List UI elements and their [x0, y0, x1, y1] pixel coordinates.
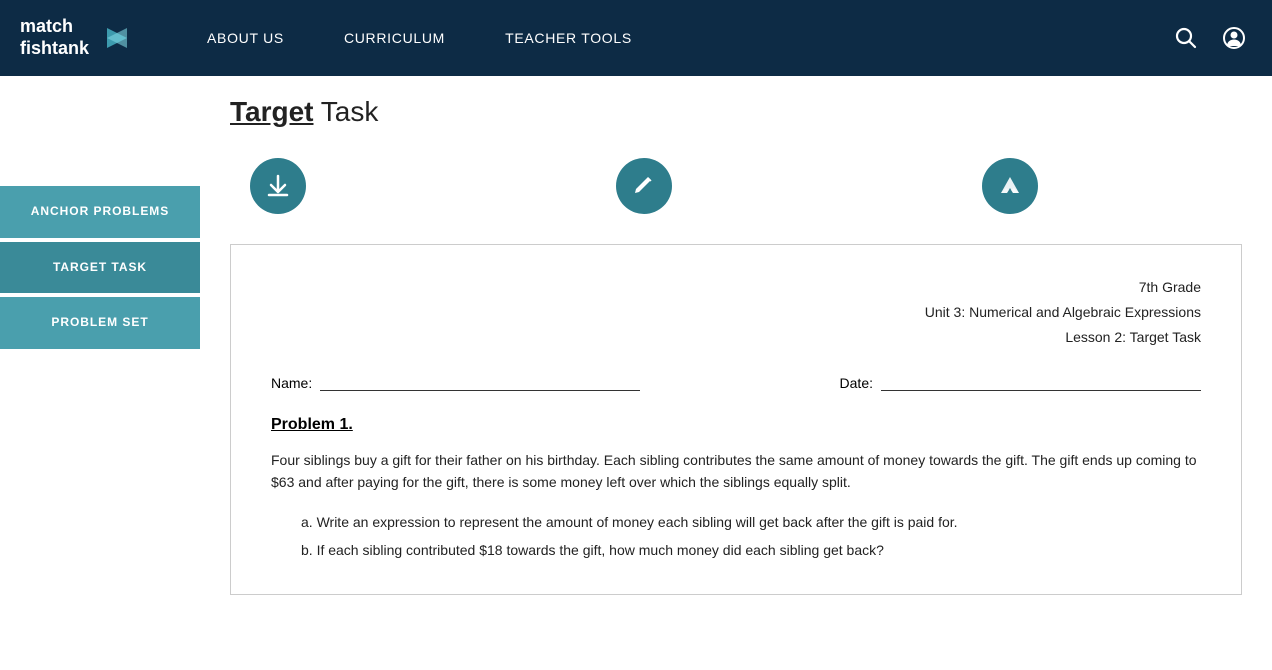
- edit-button[interactable]: [616, 158, 672, 214]
- date-label: Date:: [840, 375, 873, 391]
- sidebar-item-target-task[interactable]: TARGET TASK: [0, 242, 200, 294]
- page-content: Target Task: [200, 76, 1272, 615]
- nav-teacher-tools[interactable]: TEACHER TOOLS: [475, 0, 662, 76]
- worksheet-header: 7th Grade Unit 3: Numerical and Algebrai…: [271, 275, 1201, 351]
- logo-text-line2: fishtank: [20, 38, 89, 60]
- worksheet-grade: 7th Grade: [271, 275, 1201, 300]
- page-title-rest: Task: [314, 96, 379, 127]
- page-title: Target Task: [230, 96, 1242, 128]
- logo[interactable]: match fishtank: [20, 16, 137, 59]
- edit-icon: [631, 173, 657, 199]
- nav-about-us[interactable]: ABOUT US: [177, 0, 314, 76]
- account-icon: [1223, 27, 1245, 49]
- header: match fishtank ABOUT US CURRICULUM TEACH…: [0, 0, 1272, 76]
- sidebar-item-anchor-problems[interactable]: ANCHOR PROBLEMS: [0, 186, 200, 238]
- worksheet: 7th Grade Unit 3: Numerical and Algebrai…: [230, 244, 1242, 595]
- sub-item-b: b. If each sibling contributed $18 towar…: [301, 536, 1201, 564]
- sidebar-item-problem-set[interactable]: PROBLEM SET: [0, 297, 200, 349]
- account-button[interactable]: [1216, 20, 1252, 56]
- date-input-line[interactable]: [881, 371, 1201, 391]
- sub-item-a: a. Write an expression to represent the …: [301, 508, 1201, 536]
- name-label: Name:: [271, 375, 312, 391]
- main-layout: ANCHOR PROBLEMS TARGET TASK PROBLEM SET …: [0, 76, 1272, 615]
- date-field-group: Date:: [840, 371, 1201, 391]
- worksheet-lesson: Lesson 2: Target Task: [271, 325, 1201, 350]
- download-button[interactable]: [250, 158, 306, 214]
- search-button[interactable]: [1168, 20, 1204, 56]
- sidebar: ANCHOR PROBLEMS TARGET TASK PROBLEM SET: [0, 76, 200, 615]
- worksheet-fields: Name: Date:: [271, 371, 1201, 391]
- problem-title: Problem 1.: [271, 416, 1201, 434]
- action-row: [230, 158, 1242, 214]
- nav-curriculum[interactable]: CURRICULUM: [314, 0, 475, 76]
- name-input-line[interactable]: [320, 371, 640, 391]
- problem-sub-items: a. Write an expression to represent the …: [271, 508, 1201, 564]
- logo-text-line1: match: [20, 16, 89, 38]
- header-right: [1168, 20, 1252, 56]
- page-title-underline: Target: [230, 96, 314, 127]
- logo-icon: [97, 18, 137, 58]
- nav: ABOUT US CURRICULUM TEACHER TOOLS: [177, 0, 1168, 76]
- search-icon: [1175, 27, 1197, 49]
- problem-text: Four siblings buy a gift for their fathe…: [271, 449, 1201, 494]
- drive-icon: [997, 173, 1023, 199]
- google-drive-button[interactable]: [982, 158, 1038, 214]
- worksheet-unit: Unit 3: Numerical and Algebraic Expressi…: [271, 300, 1201, 325]
- download-icon: [265, 173, 291, 199]
- name-field-group: Name:: [271, 371, 640, 391]
